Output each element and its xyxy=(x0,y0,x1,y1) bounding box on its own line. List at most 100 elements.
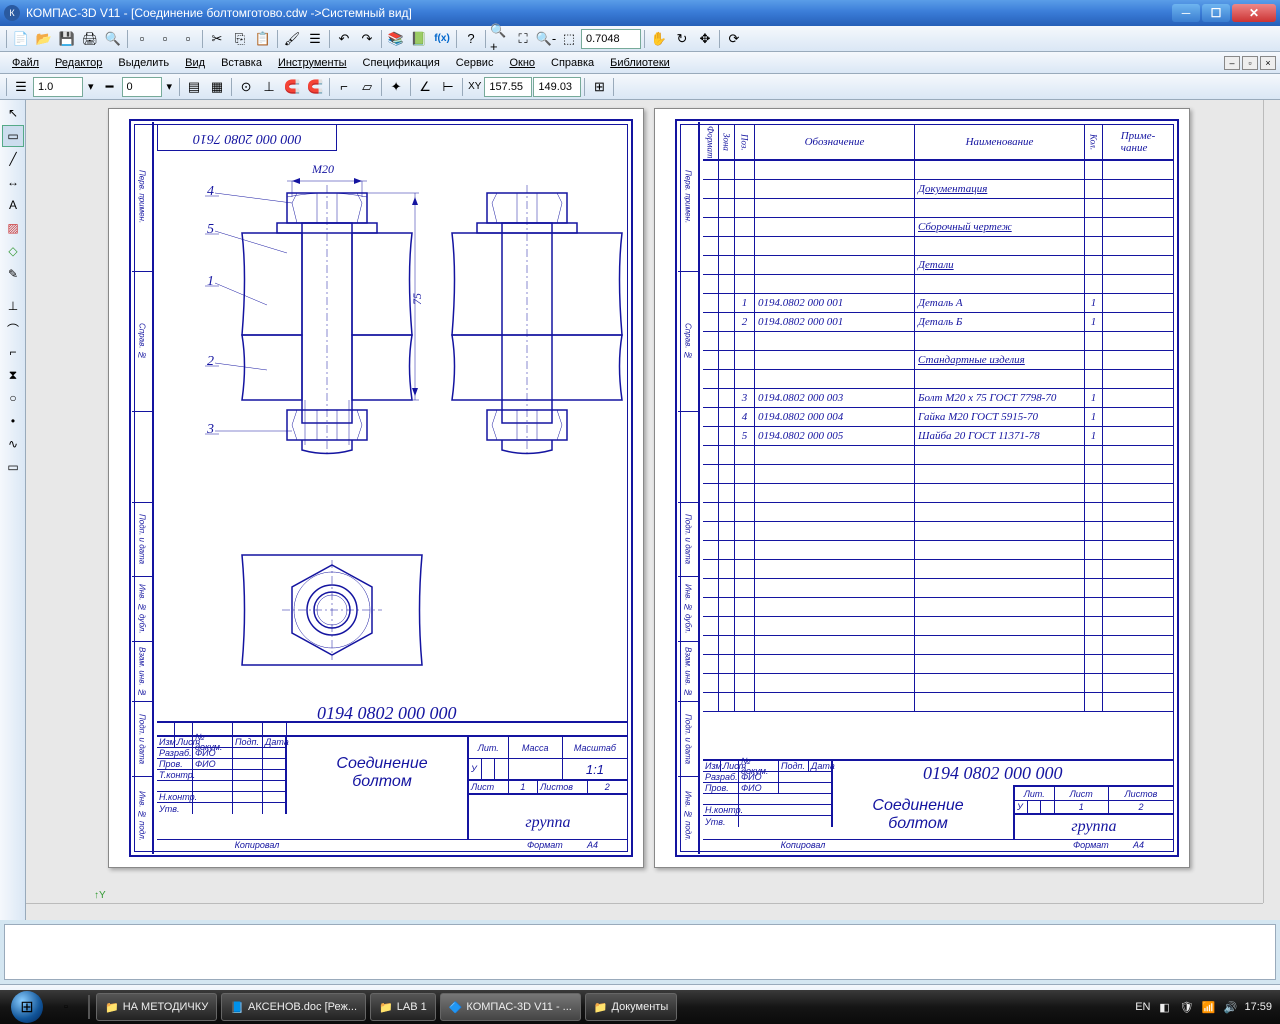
menu-service[interactable]: Сервис xyxy=(448,55,502,71)
doc3-icon[interactable]: ▫ xyxy=(177,28,199,50)
point-tool[interactable]: • xyxy=(2,410,24,432)
doc1-icon[interactable]: ▫ xyxy=(131,28,153,50)
doc2-icon[interactable]: ▫ xyxy=(154,28,176,50)
ucs-icon[interactable]: ⌐ xyxy=(333,76,355,98)
spec-table: Формат Зона Поз. Обозначение Наименовани… xyxy=(703,125,1173,721)
circle-tool[interactable]: ○ xyxy=(2,387,24,409)
mdi-close[interactable]: × xyxy=(1260,56,1276,70)
magnet-icon[interactable]: 🧲 xyxy=(281,76,303,98)
style-icon[interactable]: ☰ xyxy=(10,76,32,98)
coord-y-input[interactable] xyxy=(533,77,581,97)
rotate-button[interactable]: ↻ xyxy=(671,28,693,50)
close-button[interactable]: ✕ xyxy=(1232,4,1276,22)
zoom-fit-button[interactable]: ⛶ xyxy=(512,28,534,50)
grid-icon[interactable]: ▦ xyxy=(206,76,228,98)
line-icon[interactable]: ━ xyxy=(99,76,121,98)
move-button[interactable]: ✥ xyxy=(694,28,716,50)
cut-button[interactable]: ✂ xyxy=(206,28,228,50)
taskbar-item[interactable]: 📁НА МЕТОДИЧКУ xyxy=(96,993,217,1021)
left-toolbar: ↖ ▭ ╱ ↔ A ▨ ◇ ✎ ⊥ ⌒ ⌐ ⧗ ○ • ∿ ▭ xyxy=(0,100,26,920)
zoom-in-button[interactable]: 🔍+ xyxy=(489,28,511,50)
copy-button[interactable]: ⎘ xyxy=(229,28,251,50)
spline-tool[interactable]: ∿ xyxy=(2,433,24,455)
ortho-icon[interactable]: ⊥ xyxy=(258,76,280,98)
redo-button[interactable]: ↷ xyxy=(356,28,378,50)
horizontal-scrollbar[interactable] xyxy=(26,903,1263,920)
canvas-area[interactable]: Перв. примен. Справ. № Подп. и дата Инв.… xyxy=(26,100,1280,920)
taskbar-item[interactable]: 📘АКСЕНОВ.doc [Реж... xyxy=(221,993,366,1021)
open-button[interactable]: 📂 xyxy=(33,28,55,50)
pan-button[interactable]: ✋ xyxy=(648,28,670,50)
help-button[interactable]: ? xyxy=(460,28,482,50)
vertical-scrollbar[interactable] xyxy=(1263,100,1280,903)
grid2-icon[interactable]: ⊞ xyxy=(588,76,610,98)
menu-help[interactable]: Справка xyxy=(543,55,602,71)
system-tray: EN ◧ 🛡 📶 🔊 17:59 xyxy=(1127,999,1280,1015)
mdi-minimize[interactable]: – xyxy=(1224,56,1240,70)
menu-libraries[interactable]: Библиотеки xyxy=(602,55,678,71)
taskbar-item[interactable]: 📁LAB 1 xyxy=(370,993,436,1021)
coord-x-input[interactable] xyxy=(484,77,532,97)
menu-tools[interactable]: Инструменты xyxy=(270,55,355,71)
maximize-button[interactable]: ☐ xyxy=(1202,4,1230,22)
taskbar-item[interactable]: 📁Документы xyxy=(585,993,677,1021)
dim-tool[interactable]: ↔ xyxy=(2,171,24,193)
properties-panel[interactable] xyxy=(4,924,1276,980)
zoom-out-button[interactable]: 🔍- xyxy=(535,28,557,50)
svg-text:1: 1 xyxy=(207,274,214,289)
snap-icon[interactable]: ⊙ xyxy=(235,76,257,98)
quicklaunch-icon[interactable]: ▫ xyxy=(58,999,74,1015)
csys-icon[interactable]: ✦ xyxy=(385,76,407,98)
menu-view[interactable]: Вид xyxy=(177,55,213,71)
mdi-restore[interactable]: ▫ xyxy=(1242,56,1258,70)
start-button[interactable]: ⊞ xyxy=(0,990,54,1024)
arc-tool[interactable]: ⌒ xyxy=(2,318,24,340)
layer-icon[interactable]: ▤ xyxy=(183,76,205,98)
mirror-tool[interactable]: ⧗ xyxy=(2,364,24,386)
menu-window[interactable]: Окно xyxy=(501,55,543,71)
lib2-icon[interactable]: 📗 xyxy=(408,28,430,50)
tray-icon[interactable]: 🛡 xyxy=(1178,999,1194,1015)
ucs2-tool[interactable]: ⌐ xyxy=(2,341,24,363)
val1-input[interactable] xyxy=(33,77,83,97)
preview-button[interactable]: 🔍 xyxy=(102,28,124,50)
tray-icon[interactable]: 📶 xyxy=(1200,999,1216,1015)
new-button[interactable]: 📄 xyxy=(10,28,32,50)
lib1-icon[interactable]: 📚 xyxy=(385,28,407,50)
refresh-button[interactable]: ⟳ xyxy=(723,28,745,50)
zoom-area-button[interactable]: ⬚ xyxy=(558,28,580,50)
arrow-tool[interactable]: ↖ xyxy=(2,102,24,124)
taskbar-item[interactable]: 🔷КОМПАС-3D V11 - ... xyxy=(440,993,581,1021)
volume-icon[interactable]: 🔊 xyxy=(1222,999,1238,1015)
save-button[interactable]: 💾 xyxy=(56,28,78,50)
paste-button[interactable]: 📋 xyxy=(252,28,274,50)
clock[interactable]: 17:59 xyxy=(1244,1001,1272,1013)
rect-tool[interactable]: ▭ xyxy=(2,456,24,478)
print-button[interactable]: 🖨 xyxy=(79,28,101,50)
lang-indicator[interactable]: EN xyxy=(1135,1001,1150,1013)
shape-tool[interactable]: ◇ xyxy=(2,240,24,262)
menu-file[interactable]: Файл xyxy=(4,55,47,71)
constrain-tool[interactable]: ⊥ xyxy=(2,295,24,317)
magnet2-icon[interactable]: 🧲 xyxy=(304,76,326,98)
val2-input[interactable] xyxy=(122,77,162,97)
menu-spec[interactable]: Спецификация xyxy=(355,55,448,71)
hatch-tool[interactable]: ▨ xyxy=(2,217,24,239)
minimize-button[interactable]: ─ xyxy=(1172,4,1200,22)
menu-insert[interactable]: Вставка xyxy=(213,55,270,71)
tray-icon[interactable]: ◧ xyxy=(1156,999,1172,1015)
line-tool[interactable]: ╱ xyxy=(2,148,24,170)
plane-icon[interactable]: ▱ xyxy=(356,76,378,98)
zoom-input[interactable] xyxy=(581,29,641,49)
edit-tool[interactable]: ✎ xyxy=(2,263,24,285)
fx-button[interactable]: f(x) xyxy=(431,28,453,50)
text-tool[interactable]: A xyxy=(2,194,24,216)
perpend-icon[interactable]: ⊢ xyxy=(437,76,459,98)
menu-editor[interactable]: Редактор xyxy=(47,55,110,71)
menu-select[interactable]: Выделить xyxy=(110,55,177,71)
angle-icon[interactable]: ∠ xyxy=(414,76,436,98)
undo-button[interactable]: ↶ xyxy=(333,28,355,50)
select-tool[interactable]: ▭ xyxy=(2,125,24,147)
properties-icon[interactable]: ☰ xyxy=(304,28,326,50)
brush-icon[interactable]: 🖌 xyxy=(281,28,303,50)
